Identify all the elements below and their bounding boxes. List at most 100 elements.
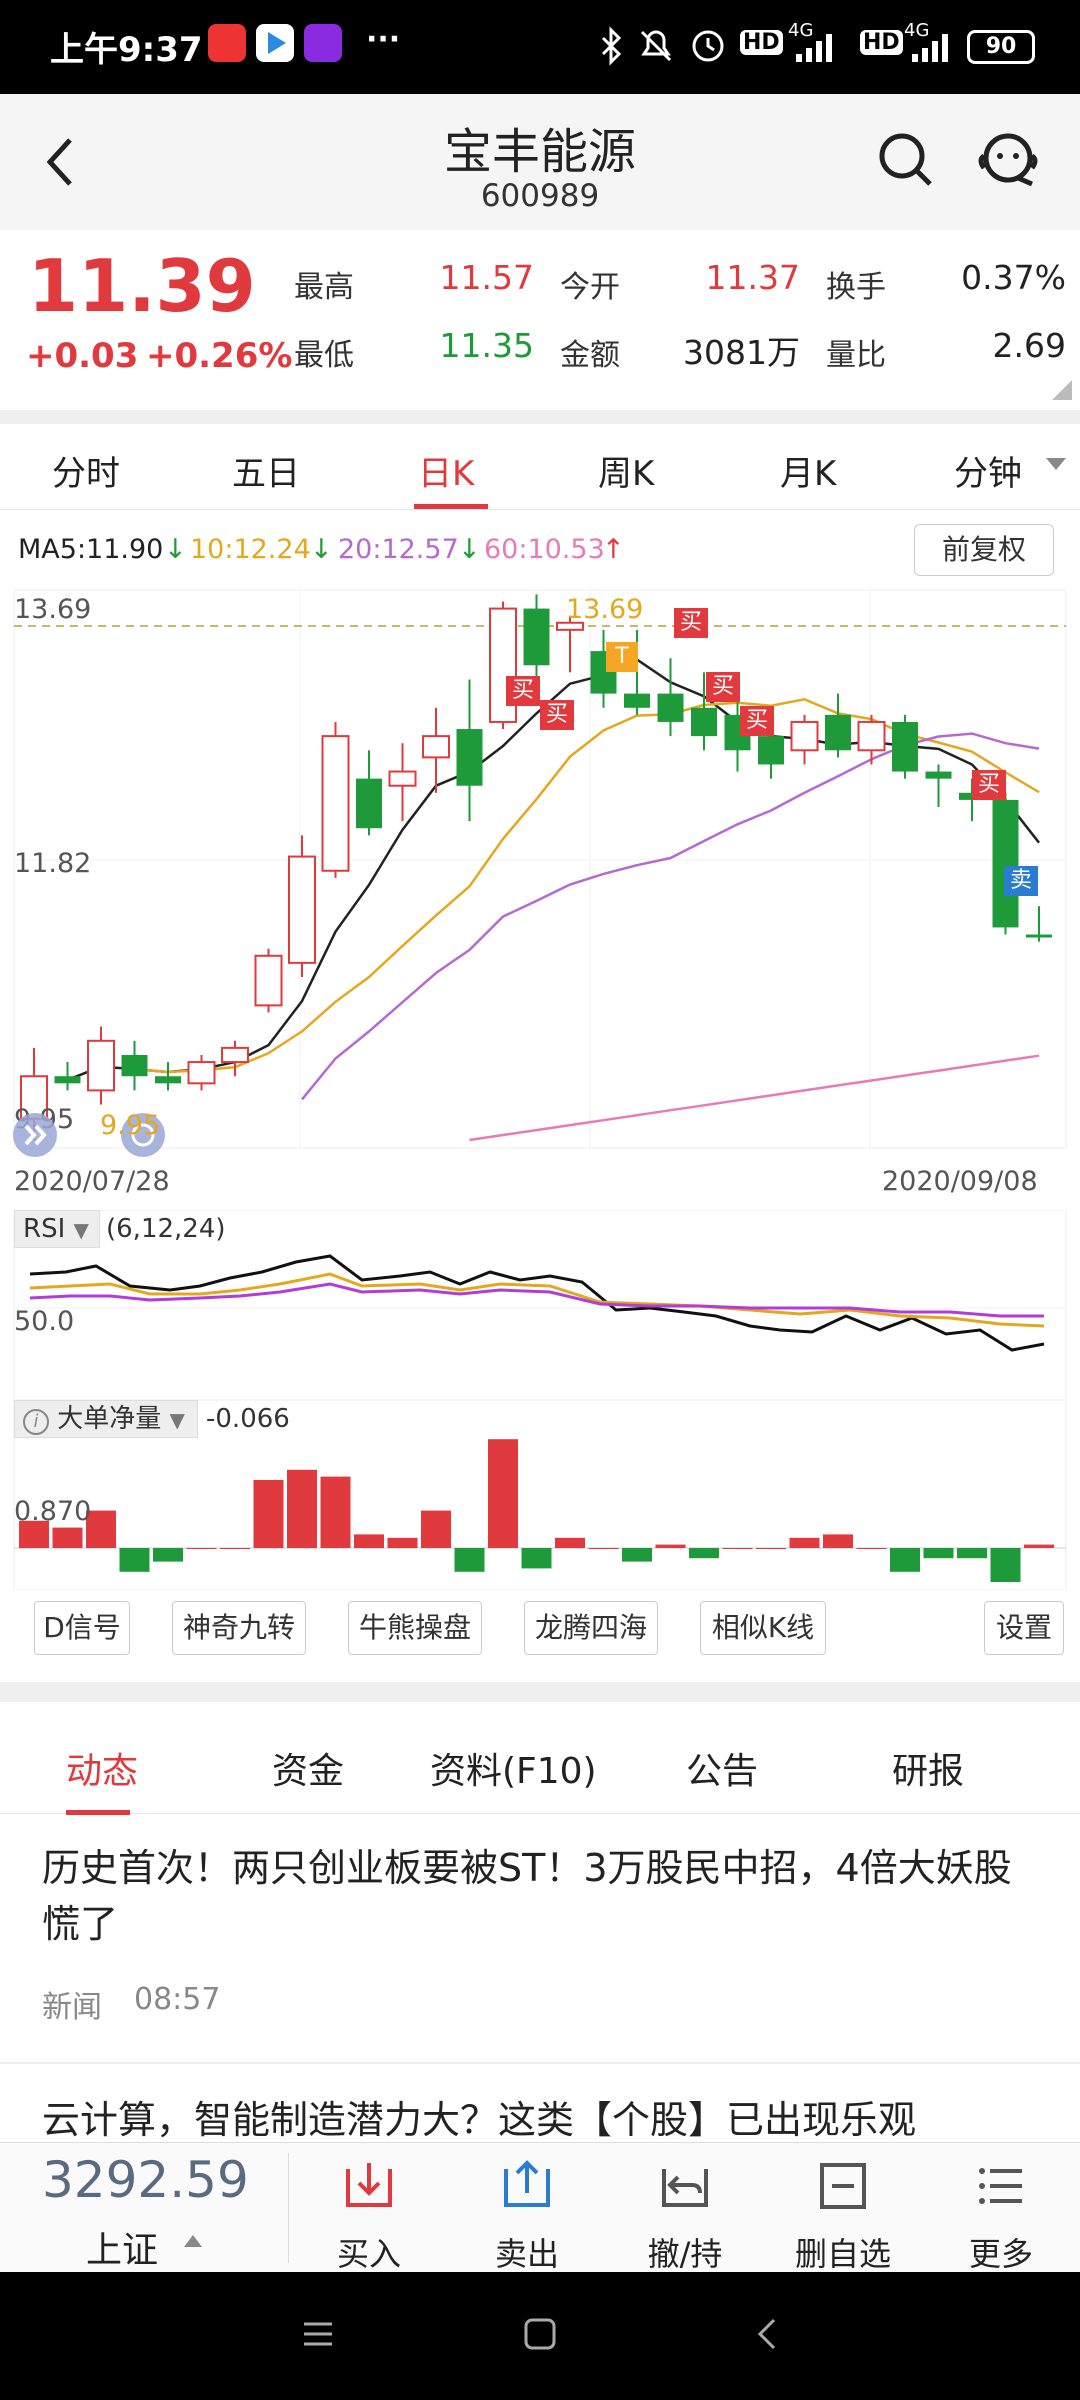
- tab-profile[interactable]: 资料(F10): [430, 1742, 597, 1794]
- caret-up-icon[interactable]: [182, 2233, 204, 2249]
- big-order-bar: [655, 1544, 686, 1548]
- active-tab-indicator: [414, 504, 488, 509]
- big-order-panel[interactable]: i 大单净量 ▼ -0.066 0.870: [0, 1400, 1080, 1590]
- bluetooth-icon: [601, 26, 622, 66]
- magic-nine-button[interactable]: 神奇九转: [172, 1601, 306, 1655]
- expand-corner-icon[interactable]: [1052, 380, 1072, 400]
- candle: [187, 1054, 216, 1091]
- stat-high-value: 11.57: [439, 258, 534, 297]
- news-item-title[interactable]: 历史首次！两只创业板要被ST！3万股民中招，4倍大妖股慌了: [42, 1840, 1042, 1952]
- big-order-bar: [454, 1548, 485, 1572]
- big-order-bar: [253, 1480, 284, 1548]
- big-order-name: 大单净量: [57, 1404, 162, 1434]
- more-button[interactable]: 更多: [922, 2143, 1080, 2273]
- big-order-bar: [387, 1537, 418, 1548]
- tab-daily-k[interactable]: 日K: [418, 446, 474, 495]
- buy-signal-badge[interactable]: 买: [540, 700, 574, 730]
- nav-separator: [288, 2153, 289, 2263]
- candle: [87, 1026, 115, 1105]
- big-order-bar: [890, 1548, 920, 1572]
- dragon-button[interactable]: 龙腾四海: [524, 1601, 658, 1655]
- tab-research[interactable]: 研报: [892, 1742, 964, 1794]
- signal-icon-2: [912, 34, 948, 62]
- buy-signal-badge[interactable]: 买: [972, 770, 1006, 800]
- sell-signal-badge[interactable]: 卖: [1004, 866, 1038, 896]
- section-divider: [0, 1682, 1080, 1702]
- y-axis-bottom-marker: 9.95: [100, 1110, 161, 1141]
- more-notifications: ···: [366, 22, 401, 57]
- ma10-down-arrow: ↓: [310, 534, 333, 565]
- indicator-toolbar: D信号 神奇九转 牛熊操盘 龙腾四海 相似K线 设置: [0, 1595, 1080, 1665]
- ma10-value: 10:12.24: [190, 534, 311, 565]
- news-item-time: 08:57: [134, 1982, 221, 2017]
- d-signal-button[interactable]: D信号: [34, 1601, 130, 1655]
- adjust-mode-button[interactable]: 前复权: [914, 524, 1054, 576]
- status-bar: 上午9:37 ··· HD 4G HD 4G 90: [0, 0, 1080, 94]
- rsi-selector[interactable]: RSI ▼: [14, 1210, 100, 1248]
- video-app-icon: [304, 24, 342, 62]
- tab-five-day[interactable]: 五日: [232, 446, 300, 495]
- hd-badge-1: HD: [740, 30, 783, 55]
- news-item-source: 新闻: [42, 1990, 102, 2025]
- tab-announcements[interactable]: 公告: [686, 1742, 758, 1794]
- similar-k-button[interactable]: 相似K线: [700, 1601, 826, 1655]
- chevron-down-icon: ▼: [169, 1408, 185, 1432]
- rsi-params: (6,12,24): [106, 1214, 226, 1244]
- index-value[interactable]: 3292.59: [42, 2151, 249, 2209]
- buy-signal-badge[interactable]: 买: [740, 706, 774, 736]
- menu-icon[interactable]: [300, 2316, 336, 2352]
- alarm-icon: [692, 30, 724, 62]
- left-scroll-icon[interactable]: [10, 1110, 60, 1160]
- buy-button[interactable]: 买入: [290, 2143, 448, 2273]
- buy-label: 买入: [336, 2235, 401, 2273]
- big-order-bar: [555, 1537, 585, 1548]
- tab-monthly-k[interactable]: 月K: [780, 446, 836, 495]
- price-change: +0.03: [26, 336, 139, 376]
- news-item-title[interactable]: 云计算，智能制造潜力大？这类【个股】已出现乐观: [42, 2098, 1042, 2142]
- tab-intraday[interactable]: 分时: [52, 446, 120, 495]
- buy-signal-badge[interactable]: 买: [674, 608, 708, 638]
- withdraw-icon: [662, 2169, 708, 2207]
- quote-panel: 11.39 +0.03 +0.26% 最高 11.57 今开 11.37 换手 …: [0, 230, 1080, 410]
- kline-svg: [13, 589, 1067, 1149]
- bull-bear-button[interactable]: 牛熊操盘: [348, 1601, 482, 1655]
- ma20-value: 20:12.57: [338, 534, 459, 565]
- candle: [825, 693, 851, 758]
- withdraw-hold-button[interactable]: 撤/持: [606, 2143, 764, 2273]
- big-order-bar: [990, 1548, 1021, 1582]
- tab-funds[interactable]: 资金: [272, 1742, 344, 1794]
- stat-low-value: 11.35: [439, 326, 534, 365]
- back-nav-icon[interactable]: [750, 2316, 786, 2352]
- buy-signal-badge[interactable]: 买: [506, 676, 540, 706]
- search-icon[interactable]: [876, 130, 936, 190]
- rsi-panel[interactable]: RSI ▼ (6,12,24) 50.0: [0, 1210, 1080, 1400]
- buy-signal-badge[interactable]: 买: [706, 672, 740, 702]
- hd-badge-2: HD: [860, 30, 903, 55]
- remove-watchlist-button[interactable]: 删自选: [764, 2143, 922, 2273]
- more-icon: [979, 2168, 1022, 2204]
- settings-button[interactable]: 设置: [984, 1601, 1064, 1655]
- play-store-icon: [256, 24, 294, 62]
- system-navigation-bar: [0, 2272, 1080, 2400]
- big-order-selector[interactable]: i 大单净量 ▼: [14, 1400, 198, 1438]
- candle: [121, 1040, 148, 1091]
- tab-weekly-k[interactable]: 周K: [598, 446, 654, 495]
- t-signal-badge[interactable]: T: [606, 642, 638, 672]
- tab-dynamics[interactable]: 动态: [66, 1742, 138, 1794]
- ma60-value: 60:10.53: [484, 534, 605, 565]
- home-icon[interactable]: [522, 2316, 558, 2352]
- candle: [356, 750, 382, 836]
- big-order-bar: [488, 1439, 518, 1548]
- index-name[interactable]: 上证: [86, 2221, 158, 2273]
- chevron-down-icon[interactable]: [1044, 454, 1068, 474]
- kline-chart[interactable]: 13.69 11.82 9.95 13.69 9.95 2020/07/28 2…: [0, 580, 1080, 1200]
- customer-service-icon[interactable]: [974, 126, 1044, 192]
- sell-button[interactable]: 卖出: [448, 2143, 606, 2273]
- moving-average-line: [469, 1054, 1040, 1142]
- tab-minute[interactable]: 分钟: [954, 446, 1022, 495]
- big-order-bar: [856, 1548, 887, 1549]
- status-time: 上午9:37: [50, 30, 203, 70]
- section-divider: [0, 410, 1080, 424]
- candle: [54, 1062, 81, 1091]
- candle: [288, 835, 316, 978]
